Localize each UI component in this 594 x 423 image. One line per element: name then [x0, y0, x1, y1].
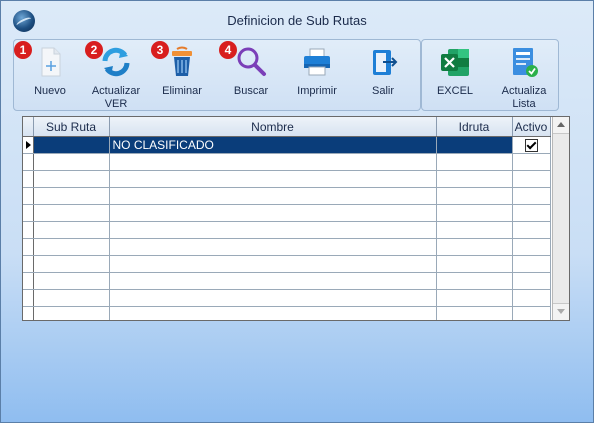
cell-idruta[interactable]: [436, 136, 513, 154]
exit-button[interactable]: Salir: [357, 45, 409, 98]
refresh-icon: [99, 45, 133, 79]
grid-header-row: Sub Ruta Nombre Idruta Activo: [23, 117, 551, 137]
badge-3: 3: [151, 41, 169, 59]
badge-1: 1: [14, 41, 32, 59]
scroll-up-button[interactable]: [553, 117, 569, 134]
table-row[interactable]: [23, 289, 551, 307]
row-indicator-header: [23, 117, 34, 137]
cell-sub-ruta[interactable]: [33, 136, 110, 154]
table-row[interactable]: [23, 221, 551, 239]
badge-2: 2: [85, 41, 103, 59]
table-row[interactable]: [23, 238, 551, 256]
exit-button-label: Salir: [371, 85, 394, 97]
cell-activo[interactable]: [512, 136, 551, 154]
refresh-button-label: Actualizar VER: [91, 85, 141, 110]
exit-door-icon: [366, 45, 400, 79]
title-bar: Definicion de Sub Rutas: [1, 1, 593, 37]
update-list-button-label: Actualiza Lista: [501, 85, 547, 110]
vertical-scrollbar[interactable]: [552, 117, 569, 320]
search-button-label: Buscar: [233, 85, 269, 97]
chevron-up-icon: [557, 122, 565, 127]
activo-checkbox[interactable]: [524, 139, 538, 153]
badge-4: 4: [219, 41, 237, 59]
new-document-icon: [33, 45, 67, 79]
table-row[interactable]: NO CLASIFICADO: [23, 136, 551, 154]
excel-button[interactable]: EXCEL: [429, 45, 481, 98]
new-button-label: Nuevo: [34, 85, 66, 97]
table-row[interactable]: [23, 187, 551, 205]
excel-button-label: EXCEL: [436, 85, 474, 97]
table-row[interactable]: [23, 306, 551, 320]
row-pointer-icon: [26, 141, 31, 149]
print-button-label: Imprimir: [297, 85, 337, 97]
column-header-sub-ruta[interactable]: Sub Ruta: [33, 117, 110, 137]
table-row[interactable]: [23, 153, 551, 171]
row-pointer: [23, 136, 34, 154]
delete-button-label: Eliminar: [162, 85, 202, 97]
chevron-down-icon: [557, 309, 565, 314]
magnifier-icon: [234, 45, 268, 79]
table-row[interactable]: [23, 272, 551, 290]
sub-routes-grid[interactable]: Sub Ruta Nombre Idruta Activo NO CLASIFI…: [22, 116, 570, 321]
column-header-nombre[interactable]: Nombre: [109, 117, 437, 137]
table-row[interactable]: [23, 255, 551, 273]
trash-icon: [165, 45, 199, 79]
cell-nombre[interactable]: NO CLASIFICADO: [109, 136, 437, 154]
table-row[interactable]: [23, 204, 551, 222]
app-window: Definicion de Sub Rutas Nuevo 1 Actualiz…: [0, 0, 594, 423]
window-title: Definicion de Sub Rutas: [227, 13, 367, 28]
column-header-idruta[interactable]: Idruta: [436, 117, 513, 137]
print-button[interactable]: Imprimir: [291, 45, 343, 98]
table-row[interactable]: [23, 170, 551, 188]
update-list-icon: [507, 45, 541, 79]
update-list-button[interactable]: Actualiza Lista: [495, 45, 553, 111]
grid-table: Sub Ruta Nombre Idruta Activo NO CLASIFI…: [23, 117, 551, 320]
column-header-activo[interactable]: Activo: [512, 117, 551, 137]
scroll-down-button[interactable]: [553, 303, 569, 320]
printer-icon: [300, 45, 334, 79]
excel-icon: [438, 45, 472, 79]
